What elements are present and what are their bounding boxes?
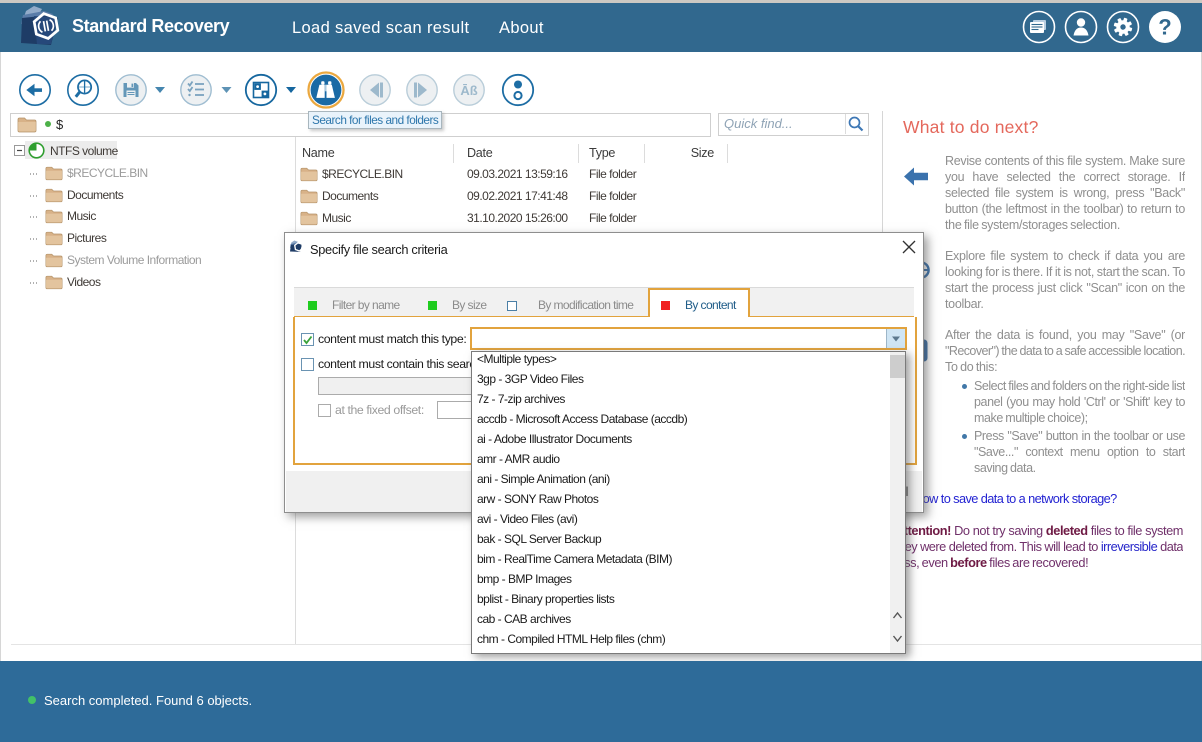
svg-text:?: ?	[1158, 15, 1171, 40]
svg-text:Āß: Āß	[460, 83, 477, 98]
